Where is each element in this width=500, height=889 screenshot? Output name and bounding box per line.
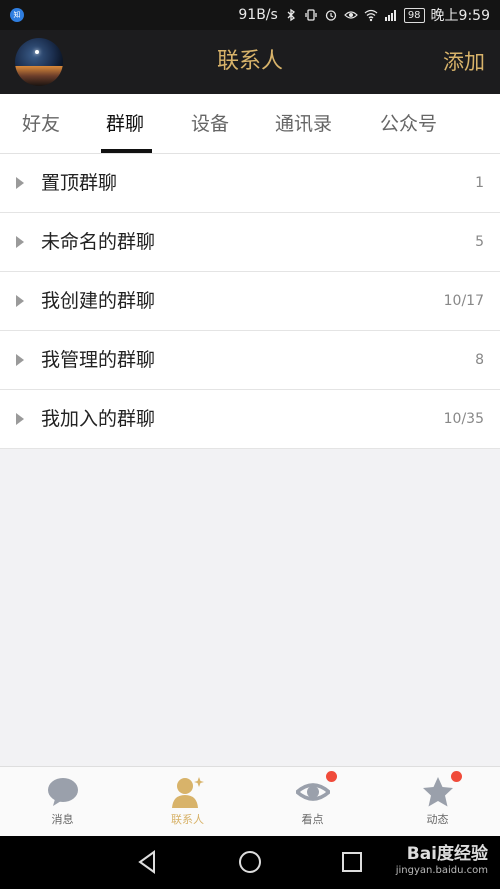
group-list: 置顶群聊 1 未命名的群聊 5 我创建的群聊 10/17 我管理的群聊 8 我加…: [0, 154, 500, 449]
eye-comfort-icon: [343, 11, 358, 19]
group-row-unnamed[interactable]: 未命名的群聊 5: [0, 213, 500, 272]
notification-dot: [451, 771, 462, 782]
vibrate-icon: [305, 9, 317, 21]
group-label: 我加入的群聊: [41, 408, 156, 430]
notification-dot: [326, 771, 337, 782]
group-count: 5: [475, 234, 484, 250]
expand-arrow-icon: [16, 177, 24, 189]
tab-friends[interactable]: 好友: [22, 94, 60, 154]
watermark-brand: Bai度经验: [406, 844, 488, 864]
status-indicators: 91B/s 98 晚上9:59: [238, 0, 490, 30]
page-title: 联系人: [216, 49, 283, 74]
group-row-managed[interactable]: 我管理的群聊 8: [0, 331, 500, 390]
tab-official-accounts[interactable]: 公众号: [380, 94, 437, 154]
nav-label: 联系人: [171, 813, 204, 826]
recents-icon[interactable]: [338, 848, 366, 876]
group-count: 8: [475, 352, 484, 368]
home-icon[interactable]: [236, 848, 264, 876]
status-time: 晚上9:59: [430, 8, 490, 24]
group-row-pinned[interactable]: 置顶群聊 1: [0, 154, 500, 213]
tab-devices[interactable]: 设备: [191, 94, 229, 154]
group-count: 10/17: [443, 293, 484, 309]
group-count: 10/35: [443, 411, 484, 427]
active-tab-indicator: [101, 149, 152, 153]
bottom-nav: 消息 联系人 看点 动态: [0, 766, 500, 836]
nav-messages[interactable]: 消息: [0, 767, 125, 837]
group-label: 置顶群聊: [41, 172, 118, 194]
contact-person-icon: [172, 777, 204, 808]
tab-address-book[interactable]: 通讯录: [275, 94, 332, 154]
group-label: 我管理的群聊: [41, 349, 156, 371]
star-icon: [423, 777, 453, 807]
watermark-url: jingyan.baidu.com: [395, 865, 488, 876]
nav-label: 消息: [51, 813, 74, 826]
group-label: 我创建的群聊: [41, 290, 156, 312]
group-row-created[interactable]: 我创建的群聊 10/17: [0, 272, 500, 331]
group-count: 1: [475, 175, 484, 191]
nav-label: 看点: [301, 813, 324, 826]
system-nav-bar: Bai度经验 jingyan.baidu.com: [0, 836, 500, 889]
group-row-joined[interactable]: 我加入的群聊 10/35: [0, 390, 500, 449]
watermark: Bai度经验 jingyan.baidu.com: [396, 844, 488, 878]
signal-icon: [384, 10, 396, 21]
expand-arrow-icon: [16, 236, 24, 248]
add-button[interactable]: 添加: [443, 30, 485, 94]
expand-arrow-icon: [16, 295, 24, 307]
tab-group-chats[interactable]: 群聊: [106, 94, 144, 154]
bluetooth-icon: [287, 8, 295, 22]
chat-bubble-icon: [48, 778, 78, 806]
nav-highlights[interactable]: 看点: [250, 767, 375, 837]
wifi-icon: [364, 9, 378, 22]
expand-arrow-icon: [16, 354, 24, 366]
eye-icon: [296, 783, 330, 801]
network-speed: 91B/s: [238, 7, 278, 23]
app-header: 联系人 添加: [0, 30, 500, 94]
category-tabs: 好友 群聊 设备 通讯录 公众号: [0, 94, 500, 154]
notification-app-icon: 知: [10, 8, 24, 22]
nav-moments[interactable]: 动态: [375, 767, 500, 837]
back-icon[interactable]: [134, 848, 162, 876]
expand-arrow-icon: [16, 413, 24, 425]
battery-indicator: 98: [403, 7, 425, 23]
group-label: 未命名的群聊: [41, 231, 156, 253]
alarm-icon: [325, 10, 336, 21]
nav-label: 动态: [426, 813, 449, 826]
nav-contacts[interactable]: 联系人: [125, 767, 250, 837]
status-bar: 知 91B/s 98 晚上9:59: [0, 0, 500, 30]
